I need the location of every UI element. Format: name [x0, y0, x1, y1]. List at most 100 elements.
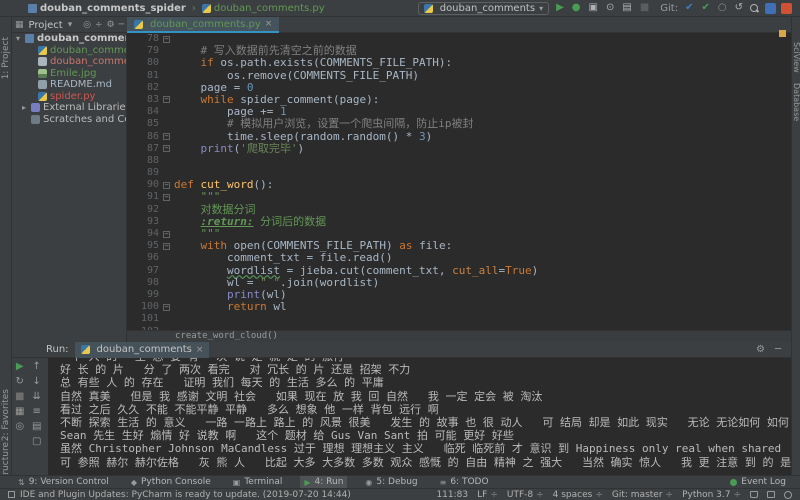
update-project-icon[interactable]: ✔: [685, 3, 693, 13]
status-widget[interactable]: UTF-8 ÷: [507, 490, 544, 500]
close-icon[interactable]: ×: [265, 19, 273, 29]
up-stack-icon[interactable]: ↑: [33, 362, 41, 372]
tool-window-button[interactable]: ▶ 4: Run: [300, 475, 348, 489]
history-icon[interactable]: ○: [718, 3, 727, 13]
tool-stripe-project[interactable]: 1: Project: [1, 37, 11, 79]
gear-icon[interactable]: ⚙: [107, 20, 115, 30]
tree-item[interactable]: ▸ External Libraries: [12, 102, 126, 114]
project-panel-header[interactable]: ▦ Project ▾ ◎ ÷ ⚙ ─: [12, 17, 127, 33]
screen-icon[interactable]: [767, 491, 775, 498]
run-tab[interactable]: douban_comments ×: [74, 341, 210, 358]
right-tool-stripe: SciView Database: [791, 17, 800, 475]
print-icon[interactable]: ▤: [32, 422, 41, 432]
code-line[interactable]: 101: [127, 313, 791, 325]
stop-icon[interactable]: ■: [15, 392, 24, 402]
fold-column: −: [159, 191, 174, 203]
editor-tab[interactable]: douban_comments.py ×: [127, 17, 280, 33]
console-line: 总 有些 人 的 存在 证明 我们 每天 的 生活 多么 的 平庸: [60, 376, 384, 390]
tree-item[interactable]: douban_comments.txt: [12, 56, 126, 68]
code-editor[interactable]: 78−79 # 写入数据前先清空之前的数据 80 if os.path.exist…: [127, 33, 791, 330]
tree-root[interactable]: ▾ douban_comments_spider: [12, 33, 126, 45]
profiler-icon[interactable]: ⊙: [606, 3, 614, 13]
coverage-icon[interactable]: ▣: [589, 3, 598, 13]
status-widget[interactable]: Git: master ÷: [612, 490, 673, 500]
concurrency-icon[interactable]: ▤: [622, 3, 631, 13]
layout-icon[interactable]: ▦: [15, 407, 24, 417]
fold-marker-icon[interactable]: −: [163, 145, 170, 153]
console-line: 自然 真美 但是 我 感谢 文明 社会 如果 现在 放 我 回 自然 我 一定 …: [60, 389, 543, 403]
down-stack-icon[interactable]: ↓: [33, 377, 41, 387]
scroll-to-end-icon[interactable]: ⇊: [33, 392, 41, 402]
lock-icon[interactable]: [750, 491, 758, 498]
image-file-icon: [38, 68, 47, 78]
line-number: 95: [146, 240, 159, 252]
tool-stripe-database[interactable]: Database: [792, 83, 800, 121]
code-line[interactable]: 100− return wl: [127, 301, 791, 313]
tree-item[interactable]: spider.py: [12, 91, 126, 103]
run-icon[interactable]: ▶: [556, 3, 564, 13]
commit-icon[interactable]: ✔: [701, 3, 709, 13]
line-number: 83: [146, 93, 159, 105]
locate-icon[interactable]: ◎: [83, 20, 91, 30]
collapse-all-icon[interactable]: ÷: [95, 20, 103, 30]
line-number: 87: [146, 142, 159, 154]
tool-stripe-favorites[interactable]: 2: Favorites: [1, 389, 11, 441]
fold-marker-icon[interactable]: −: [163, 35, 170, 43]
chevron-collapsed-icon[interactable]: ▸: [22, 103, 31, 112]
inspection-marker[interactable]: [779, 30, 786, 37]
fold-marker-icon[interactable]: −: [163, 230, 170, 238]
hide-icon[interactable]: ─: [775, 344, 781, 355]
blue-app-icon[interactable]: [765, 2, 776, 14]
breadcrumb[interactable]: create_word_cloud(): [175, 331, 278, 341]
hide-icon[interactable]: ─: [119, 20, 124, 30]
hector-inspector-icon[interactable]: [784, 490, 792, 499]
code-line[interactable]: 90− def cut_word():: [127, 179, 791, 191]
pin-icon[interactable]: ◎: [15, 422, 24, 432]
event-log-button[interactable]: Event Log: [730, 477, 786, 487]
tree-item[interactable]: Emile.jpg: [12, 68, 126, 80]
status-widget[interactable]: 4 spaces ÷: [553, 490, 603, 500]
code-line[interactable]: 88: [127, 155, 791, 167]
fold-marker-icon[interactable]: −: [163, 303, 170, 311]
tool-window-button[interactable]: ◆ Python Console: [127, 476, 215, 489]
tree-item[interactable]: Scratches and Consoles: [12, 114, 126, 126]
tool-stripe-sciview[interactable]: SciView: [792, 42, 800, 73]
gear-icon[interactable]: ⚙: [756, 344, 765, 355]
chevron-expanded-icon[interactable]: ▾: [16, 34, 25, 43]
chevron-down-icon: ▾: [67, 20, 73, 30]
caret-position-widget[interactable]: 111:83: [436, 490, 468, 500]
tool-window-button[interactable]: ≡ 6: TODO: [436, 476, 493, 489]
status-message[interactable]: IDE and Plugin Updates: PyCharm is ready…: [8, 490, 351, 500]
rerun-icon[interactable]: ▶: [16, 362, 24, 372]
run-configuration-select[interactable]: douban_comments ▾: [417, 1, 550, 15]
tree-item[interactable]: README.md: [12, 79, 126, 91]
orange-app-icon[interactable]: [781, 2, 792, 14]
line-number: 92: [146, 203, 159, 215]
rollback-icon[interactable]: ↺: [735, 3, 743, 13]
fold-marker-icon[interactable]: −: [163, 96, 170, 104]
tree-item[interactable]: douban_comments.py: [12, 45, 126, 57]
status-widget[interactable]: LF ÷: [477, 490, 498, 500]
clear-all-icon[interactable]: ▢: [32, 437, 41, 447]
code-line[interactable]: 93 :return: 分词后的数据: [127, 215, 791, 228]
debug-icon[interactable]: ●: [572, 3, 581, 13]
search-everywhere-icon[interactable]: [750, 4, 758, 12]
code-line[interactable]: 87− print('爬取完毕'): [127, 142, 791, 155]
soft-wrap-icon[interactable]: ≡: [33, 407, 41, 417]
console-output[interactable]: 一个 人 的 一生 总 要 有 一次 说 走 就 走 的 旅行好 长 的 片 分…: [48, 358, 791, 475]
stop-icon[interactable]: ■: [640, 3, 649, 13]
close-icon[interactable]: ×: [196, 345, 204, 355]
tool-window-button[interactable]: ◉ 5: Debug: [361, 476, 421, 489]
line-number: 79: [146, 45, 159, 57]
status-widget[interactable]: Python 3.7 ÷: [682, 490, 741, 500]
project-tree-panel: ▾ douban_comments_spiderdouban_comments.p…: [12, 33, 127, 342]
line-number: 97: [146, 264, 159, 276]
fold-marker-icon[interactable]: −: [163, 181, 170, 189]
tool-window-button[interactable]: ⇅ 9: Version Control: [14, 476, 113, 489]
restart-icon[interactable]: ↻: [16, 377, 24, 387]
fold-marker-icon[interactable]: −: [163, 242, 170, 250]
fold-marker-icon[interactable]: −: [163, 133, 170, 140]
fold-marker-icon[interactable]: −: [163, 193, 170, 201]
tool-window-button[interactable]: ▣ Terminal: [229, 476, 287, 489]
window-title-file: douban_comments.py: [213, 2, 325, 14]
